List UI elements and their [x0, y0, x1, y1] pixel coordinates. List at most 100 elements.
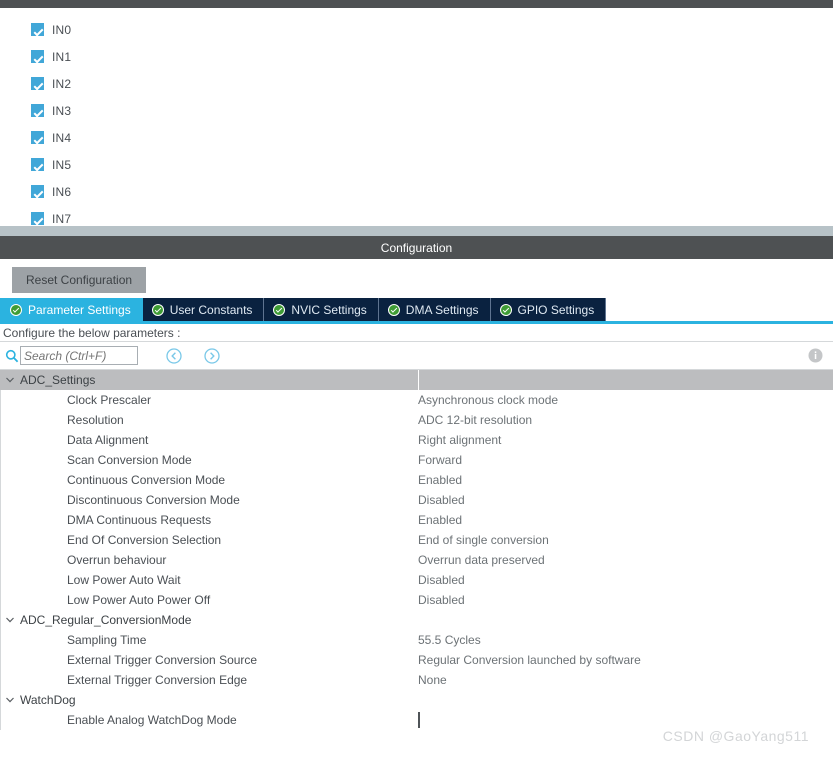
parameter-label: External Trigger Conversion Edge: [67, 673, 248, 687]
search-input[interactable]: [20, 346, 138, 365]
parameter-row[interactable]: Overrun behaviour Overrun data preserved: [0, 550, 833, 570]
tab-dma-settings[interactable]: DMA Settings: [379, 298, 491, 321]
reset-configuration-area: Reset Configuration: [0, 259, 833, 298]
parameter-value[interactable]: None: [418, 673, 833, 687]
chevron-down-icon[interactable]: [0, 375, 20, 385]
configuration-title: Configuration: [380, 240, 453, 255]
parameter-row[interactable]: External Trigger Conversion Edge None: [0, 670, 833, 690]
parameter-value[interactable]: 55.5 Cycles: [418, 633, 833, 647]
parameter-value[interactable]: End of single conversion: [418, 533, 833, 547]
channel-row[interactable]: IN5: [1, 151, 833, 178]
green-check-icon: [499, 303, 512, 316]
parameter-value[interactable]: Forward: [418, 453, 833, 467]
parameter-value[interactable]: Enabled: [418, 513, 833, 527]
channel-checkbox[interactable]: [31, 158, 44, 171]
parameter-row[interactable]: External Trigger Conversion Source Regula…: [0, 650, 833, 670]
search-icon[interactable]: [4, 348, 20, 364]
chevron-left-circle-icon[interactable]: [166, 347, 182, 364]
parameter-row[interactable]: End Of Conversion Selection End of single…: [0, 530, 833, 550]
tree-group-label: WatchDog: [20, 693, 76, 707]
adc-channel-list: IN0 IN1 IN2 IN3 IN4 IN5 IN6 IN7: [0, 8, 833, 226]
enable-watchdog-checkbox[interactable]: [418, 712, 420, 728]
parameter-tree: ADC_Settings Clock Prescaler Asynchronous …: [0, 369, 833, 730]
parameter-label: Clock Prescaler: [67, 393, 152, 407]
channel-checkbox[interactable]: [31, 104, 44, 117]
channel-checkbox[interactable]: [31, 185, 44, 198]
parameter-label: Enable Analog WatchDog Mode: [67, 713, 237, 727]
column-divider: [418, 370, 419, 390]
tab-label: User Constants: [169, 302, 253, 317]
parameter-row[interactable]: Low Power Auto Power Off Disabled: [0, 590, 833, 610]
channel-label: IN1: [52, 49, 72, 64]
info-circle-icon[interactable]: [808, 348, 823, 363]
tab-nvic-settings[interactable]: NVIC Settings: [264, 298, 379, 321]
green-check-icon: [10, 303, 22, 316]
parameter-row[interactable]: Data Alignment Right alignment: [0, 430, 833, 450]
parameter-value[interactable]: Disabled: [418, 493, 833, 507]
parameter-value[interactable]: ADC 12-bit resolution: [418, 413, 833, 427]
parameter-label: Low Power Auto Wait: [67, 573, 181, 587]
panel-separator: [0, 226, 833, 236]
parameter-label: Data Alignment: [67, 433, 149, 447]
parameter-label: DMA Continuous Requests: [67, 513, 212, 527]
tree-group-header[interactable]: WatchDog: [0, 690, 833, 710]
channel-row[interactable]: IN1: [1, 43, 833, 70]
chevron-down-icon[interactable]: [0, 695, 20, 705]
parameter-value[interactable]: Disabled: [418, 593, 833, 607]
tree-group-label: ADC_Settings: [20, 373, 96, 387]
parameter-row[interactable]: DMA Continuous Requests Enabled: [0, 510, 833, 530]
window-top-edge: [0, 0, 833, 8]
channel-checkbox[interactable]: [31, 131, 44, 144]
parameter-row[interactable]: Continuous Conversion Mode Enabled: [0, 470, 833, 490]
tab-label: Parameter Settings: [28, 302, 131, 317]
parameter-row[interactable]: Clock Prescaler Asynchronous clock mode: [0, 390, 833, 410]
parameter-row[interactable]: Scan Conversion Mode Forward: [0, 450, 833, 470]
tab-parameter-settings[interactable]: Parameter Settings: [0, 298, 143, 321]
channel-row[interactable]: IN3: [1, 97, 833, 124]
channel-checkbox[interactable]: [31, 212, 44, 225]
tree-group-header[interactable]: ADC_Regular_ConversionMode: [0, 610, 833, 630]
green-check-icon: [387, 303, 400, 316]
parameter-row[interactable]: Sampling Time 55.5 Cycles: [0, 630, 833, 650]
channel-label: IN3: [52, 103, 72, 118]
channel-label: IN2: [52, 76, 72, 91]
channel-row[interactable]: IN6: [1, 178, 833, 205]
channel-checkbox[interactable]: [31, 77, 44, 90]
channel-checkbox[interactable]: [31, 50, 44, 63]
channel-label: IN7: [52, 211, 72, 226]
parameter-label: Sampling Time: [67, 633, 147, 647]
tree-group-label: ADC_Regular_ConversionMode: [20, 613, 192, 627]
parameter-row[interactable]: Enable Analog WatchDog Mode: [0, 710, 833, 730]
tab-strip-filler: [606, 298, 833, 321]
parameter-value[interactable]: Disabled: [418, 573, 833, 587]
tab-label: GPIO Settings: [517, 302, 595, 317]
channel-row[interactable]: IN4: [1, 124, 833, 151]
parameter-row[interactable]: Discontinuous Conversion Mode Disabled: [0, 490, 833, 510]
parameter-value[interactable]: Asynchronous clock mode: [418, 393, 833, 407]
parameter-value[interactable]: Overrun data preserved: [418, 553, 833, 567]
channel-label: IN4: [52, 130, 72, 145]
search-toolbar: [0, 342, 833, 369]
parameter-tree-wrap: ADC_Settings Clock Prescaler Asynchronous …: [0, 369, 833, 730]
channel-checkbox[interactable]: [31, 23, 44, 36]
tab-gpio-settings[interactable]: GPIO Settings: [491, 298, 607, 321]
green-check-icon: [273, 303, 286, 316]
tree-group-header[interactable]: ADC_Settings: [0, 370, 833, 390]
parameter-value[interactable]: Right alignment: [418, 433, 833, 447]
parameter-value[interactable]: Enabled: [418, 473, 833, 487]
chevron-right-circle-icon[interactable]: [204, 347, 220, 364]
parameter-label: Continuous Conversion Mode: [67, 473, 226, 487]
reset-configuration-button[interactable]: Reset Configuration: [12, 267, 147, 293]
channel-row[interactable]: IN0: [1, 16, 833, 43]
parameter-label: Low Power Auto Power Off: [67, 593, 211, 607]
channel-row[interactable]: IN2: [1, 70, 833, 97]
parameter-value[interactable]: Regular Conversion launched by software: [418, 653, 833, 667]
parameter-label: End Of Conversion Selection: [67, 533, 222, 547]
tab-user-constants[interactable]: User Constants: [143, 298, 265, 321]
chevron-down-icon[interactable]: [0, 615, 20, 625]
tab-label: DMA Settings: [405, 302, 479, 317]
parameter-row[interactable]: Low Power Auto Wait Disabled: [0, 570, 833, 590]
parameter-label: Scan Conversion Mode: [67, 453, 192, 467]
parameter-row[interactable]: Resolution ADC 12-bit resolution: [0, 410, 833, 430]
parameter-value-cell: [418, 712, 833, 728]
